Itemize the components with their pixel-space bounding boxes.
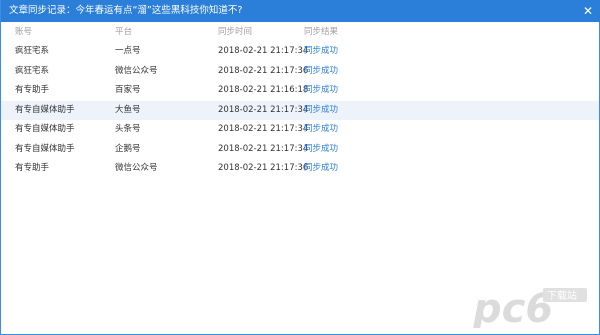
account-cell: 有专助手 [15,163,50,173]
table-row: 有专自媒体助手 头条号 2018-02-21 21:17:34 同步成功 [1,120,599,140]
platform-cell: 大鱼号 [115,104,141,115]
pc6-watermark-logo: pc6 下载站 [472,286,587,328]
account-cell: 有专自媒体助手 [15,124,75,134]
platform-cell: 微信公众号 [115,65,158,76]
platform-cell: 微信公众号 [115,163,158,173]
account-cell: 疯狂宅系 [15,65,50,76]
sync-time-cell: 2018-02-21 21:17:34 [218,46,309,56]
sync-result-link[interactable]: 同步成功 [304,101,338,121]
account-cell: 有专自媒体助手 [15,104,75,115]
column-header-platform: 平台 [115,27,133,37]
table-row: 疯狂宅系 微信公众号 2018-02-21 21:17:36 同步成功 [1,62,599,82]
sync-result-link[interactable]: 同步成功 [304,159,338,179]
sync-result-link[interactable]: 同步成功 [304,62,338,82]
table-row: 有专助手 微信公众号 2018-02-21 21:17:36 同步成功 [1,159,599,179]
watermark-tagline: 下载站 [547,289,577,302]
sync-time-cell: 2018-02-21 21:16:18 [218,85,309,95]
sync-result-link[interactable]: 同步成功 [304,140,338,160]
table-header-row: 账号 平台 同步时间 同步结果 [1,22,599,42]
sync-time-cell: 2018-02-21 21:17:34 [218,143,309,154]
dialog-title: 文章同步记录：今年春运有点“溜”这些黑科技你知道不? [9,5,243,16]
sync-time-cell: 2018-02-21 21:17:36 [218,65,309,76]
account-cell: 疯狂宅系 [15,46,50,56]
sync-result-link[interactable]: 同步成功 [304,81,338,101]
table-row: 有专自媒体助手 企鹅号 2018-02-21 21:17:34 同步成功 [1,140,599,160]
close-button[interactable]: ✕ [579,2,597,20]
sync-time-cell: 2018-02-21 21:17:36 [218,163,309,173]
account-cell: 有专自媒体助手 [15,143,75,154]
title-bar: 文章同步记录：今年春运有点“溜”这些黑科技你知道不? ✕ [1,0,600,22]
close-icon: ✕ [582,4,594,18]
account-cell: 有专助手 [15,85,50,95]
sync-result-link[interactable]: 同步成功 [304,120,338,140]
table-row-hovered: 有专自媒体助手 大鱼号 2018-02-21 21:17:34 同步成功 [1,100,599,121]
column-header-sync-result: 同步结果 [304,27,339,37]
sync-record-table: 账号 平台 同步时间 同步结果 疯狂宅系 一点号 2018-02-21 21:1… [1,22,599,179]
platform-cell: 百家号 [115,85,141,95]
column-header-account: 账号 [15,27,33,37]
watermark-brand: pc6 [472,286,553,328]
sync-time-cell: 2018-02-21 21:17:34 [218,124,309,134]
table-row: 疯狂宅系 一点号 2018-02-21 21:17:34 同步成功 [1,42,599,62]
sync-result-link[interactable]: 同步成功 [304,42,338,62]
table-row: 有专助手 百家号 2018-02-21 21:16:18 同步成功 [1,81,599,101]
platform-cell: 头条号 [115,124,141,134]
sync-record-dialog: 文章同步记录：今年春运有点“溜”这些黑科技你知道不? ✕ 账号 平台 同步时间 … [0,0,600,335]
sync-time-cell: 2018-02-21 21:17:34 [218,104,309,115]
platform-cell: 一点号 [115,46,141,56]
column-header-sync-time: 同步时间 [218,27,253,37]
platform-cell: 企鹅号 [115,143,141,154]
